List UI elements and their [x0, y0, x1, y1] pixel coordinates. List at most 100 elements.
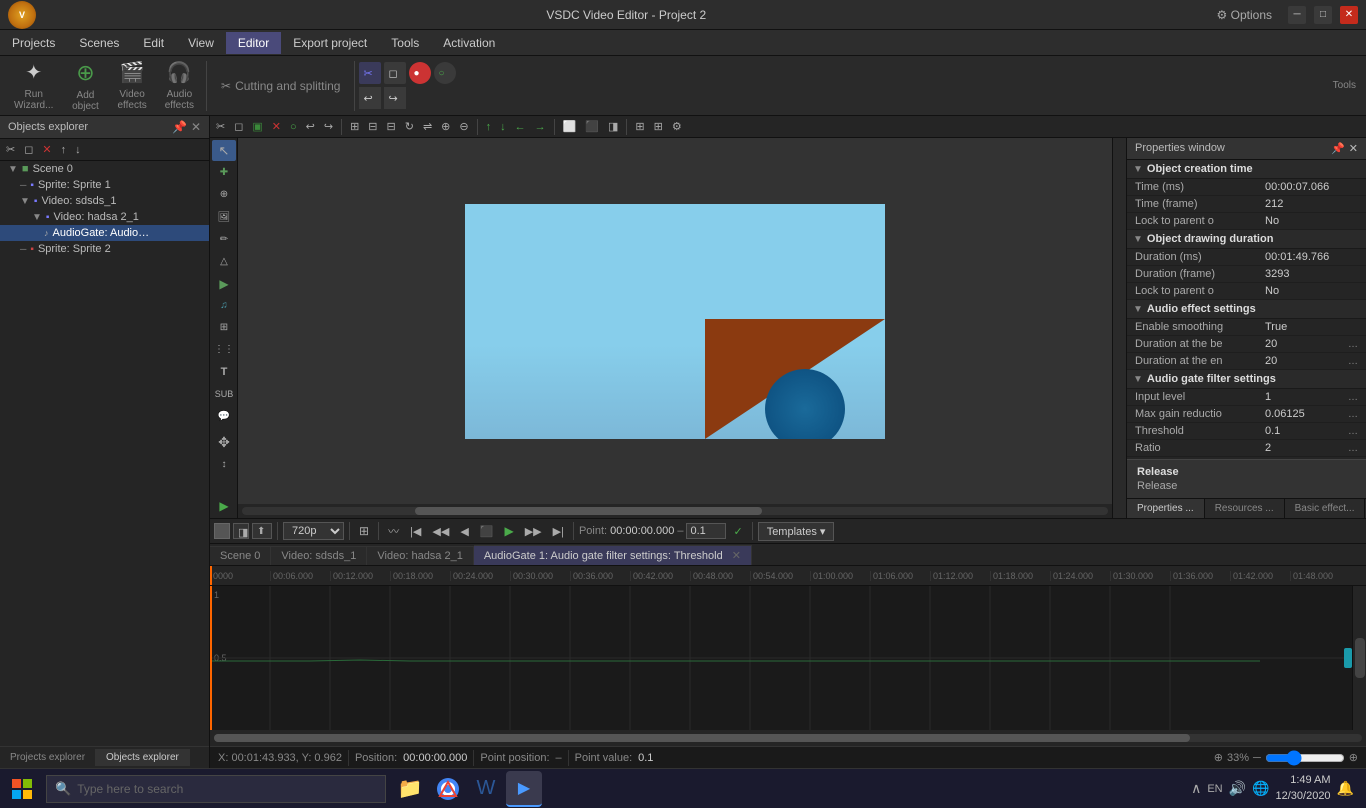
- obj-up[interactable]: ↑: [57, 142, 71, 158]
- tab-scene-0[interactable]: Scene 0: [210, 546, 271, 565]
- snap-grid-btn[interactable]: ⊞: [650, 118, 667, 135]
- play-tool[interactable]: ▶: [212, 273, 236, 294]
- obj-copy[interactable]: ◻: [20, 141, 37, 158]
- projects-explorer-tab[interactable]: Projects explorer: [0, 749, 96, 766]
- confirm-point[interactable]: ✓: [729, 523, 746, 540]
- cursor-tool[interactable]: ↕: [212, 454, 236, 475]
- resolution-select[interactable]: 720p 1080p 480p: [283, 522, 344, 540]
- tab-video-hadsa[interactable]: Video: hadsa 2_1: [367, 546, 473, 565]
- taskbar-notification-icon[interactable]: 🔔: [1337, 780, 1354, 797]
- pb-stop-btn[interactable]: ⬛: [476, 523, 498, 540]
- select-all[interactable]: ⬜: [559, 118, 581, 135]
- pb-next[interactable]: ▶▶: [521, 523, 546, 540]
- menu-scenes[interactable]: Scenes: [67, 32, 131, 54]
- maximize-button[interactable]: □: [1314, 6, 1332, 24]
- grid-btn[interactable]: ⊞: [631, 118, 648, 135]
- taskbar-up-icon[interactable]: ∧: [1191, 780, 1201, 797]
- taskbar-app-files[interactable]: 📁: [392, 771, 428, 807]
- taskbar-app-vsdc[interactable]: ▶: [506, 771, 542, 807]
- toolbar-extra-btn-3[interactable]: ●: [409, 62, 431, 84]
- objects-explorer-tab[interactable]: Objects explorer: [96, 749, 190, 766]
- tab-audiogate[interactable]: AudioGate 1: Audio gate filter settings:…: [474, 545, 752, 565]
- canvas-vscroll[interactable]: [1112, 138, 1126, 518]
- video-effects-button[interactable]: 🎬 Videoeffects: [109, 58, 154, 113]
- edit-copy[interactable]: ◻: [230, 118, 247, 135]
- triangle-tool[interactable]: △: [212, 251, 236, 272]
- start-button[interactable]: [4, 771, 40, 807]
- tab-close-icon[interactable]: ✕: [732, 550, 741, 562]
- pin-prop-icon[interactable]: 📌: [1331, 142, 1345, 155]
- ungroup-btn[interactable]: ⊖: [455, 118, 472, 135]
- edit-undo[interactable]: ↩: [302, 118, 319, 135]
- menu-activation[interactable]: Activation: [431, 32, 507, 54]
- tree-audiogate[interactable]: ♪ AudioGate: Audio…: [0, 225, 209, 241]
- edit-redo[interactable]: ↪: [320, 118, 337, 135]
- pb-export[interactable]: ⬆: [252, 523, 272, 539]
- timeline-vscroll[interactable]: [1352, 586, 1366, 730]
- grid-tool[interactable]: ⊞: [212, 317, 236, 338]
- toolbar-extra-btn-1[interactable]: ✂: [359, 62, 381, 84]
- mirror-btn[interactable]: ⇌: [419, 118, 436, 135]
- close-button[interactable]: ✕: [1340, 6, 1358, 24]
- canvas-hscroll-track[interactable]: [242, 507, 1108, 515]
- tab-video-sdsds[interactable]: Video: sdsds_1: [271, 546, 367, 565]
- arrow-left[interactable]: ←: [511, 119, 530, 135]
- pb-wave[interactable]: 〰: [384, 521, 403, 541]
- audio-effects-button[interactable]: 🎧 Audioeffects: [157, 58, 202, 113]
- rotate-btn[interactable]: ↻: [401, 118, 418, 135]
- toolbar-extra-btn-6[interactable]: ↪: [384, 87, 406, 109]
- taskbar-app-word[interactable]: W: [468, 771, 504, 807]
- prop-dur-begin-menu[interactable]: …: [1348, 339, 1358, 350]
- waveform-end-marker[interactable]: [1344, 648, 1352, 668]
- prop-max-gain-menu[interactable]: …: [1348, 409, 1358, 420]
- audio-tool[interactable]: ♫: [212, 295, 236, 316]
- drag-tool[interactable]: ✥: [212, 432, 236, 453]
- taskbar-language-icon[interactable]: EN: [1207, 783, 1222, 795]
- close-panel-icon[interactable]: ✕: [191, 120, 201, 134]
- toolbar-extra-btn-5[interactable]: ↩: [359, 87, 381, 109]
- canvas-scroll[interactable]: [238, 504, 1112, 518]
- align-btn[interactable]: ⊟: [364, 118, 381, 135]
- pb-preview-mode[interactable]: ⊞: [355, 522, 373, 540]
- menu-view[interactable]: View: [176, 32, 226, 54]
- tree-sprite-1[interactable]: ─ ▪ Sprite: Sprite 1: [0, 177, 209, 193]
- timeline-hscroll-track[interactable]: [214, 734, 1362, 742]
- toolbar-extra-btn-2[interactable]: ◻: [384, 62, 406, 84]
- distribute-btn[interactable]: ⊟: [383, 118, 400, 135]
- pb-prev-frame[interactable]: ◀◀: [428, 523, 453, 540]
- menu-projects[interactable]: Projects: [0, 32, 67, 54]
- add-object-button[interactable]: ⊕ Addobject: [63, 58, 107, 114]
- group-btn[interactable]: ⊕: [437, 118, 454, 135]
- text-tool[interactable]: T: [212, 362, 236, 383]
- tree-sprite-2[interactable]: ─ ▪ Sprite: Sprite 2: [0, 241, 209, 257]
- toolbar-extra-btn-4[interactable]: ○: [434, 62, 456, 84]
- menu-tools[interactable]: Tools: [379, 32, 431, 54]
- close-prop-icon[interactable]: ✕: [1349, 142, 1358, 155]
- pb-play-mode[interactable]: ◨: [233, 523, 249, 539]
- pin-icon[interactable]: 📌: [172, 120, 187, 134]
- prop-tab-basic-effect[interactable]: Basic effect...: [1285, 499, 1366, 518]
- tree-video-hadsa[interactable]: ▼ ▪ Video: hadsa 2_1: [0, 209, 209, 225]
- tree-video-sdsds[interactable]: ▼ ▪ Video: sdsds_1: [0, 193, 209, 209]
- prop-dur-end-menu[interactable]: …: [1348, 356, 1358, 367]
- menu-edit[interactable]: Edit: [131, 32, 176, 54]
- snap-btn[interactable]: ⊞: [346, 118, 363, 135]
- arrow-right[interactable]: →: [531, 119, 550, 135]
- select-tool[interactable]: ↖: [212, 140, 236, 161]
- obj-cut[interactable]: ✂: [2, 141, 19, 158]
- dots-tool[interactable]: ⋮⋮: [212, 339, 236, 360]
- invert-select[interactable]: ◨: [604, 118, 622, 135]
- deselect[interactable]: ⬛: [581, 118, 603, 135]
- prop-input-level-menu[interactable]: …: [1348, 392, 1358, 403]
- sub-tool[interactable]: SUB: [212, 384, 236, 405]
- pb-prev[interactable]: ◀: [456, 523, 472, 540]
- obj-delete[interactable]: ✕: [38, 141, 55, 158]
- point-value-input[interactable]: [686, 523, 726, 539]
- menu-editor[interactable]: Editor: [226, 32, 281, 54]
- taskbar-volume-icon[interactable]: 🔊: [1229, 780, 1246, 797]
- taskbar-time-display[interactable]: 1:49 AM 12/30/2020: [1276, 773, 1331, 804]
- pb-go-start[interactable]: |◀: [406, 523, 425, 540]
- image-tool[interactable]: 🖼: [212, 206, 236, 227]
- pb-play[interactable]: ▶: [500, 522, 517, 540]
- run-wizard-button[interactable]: ✦ RunWizard...: [6, 58, 61, 113]
